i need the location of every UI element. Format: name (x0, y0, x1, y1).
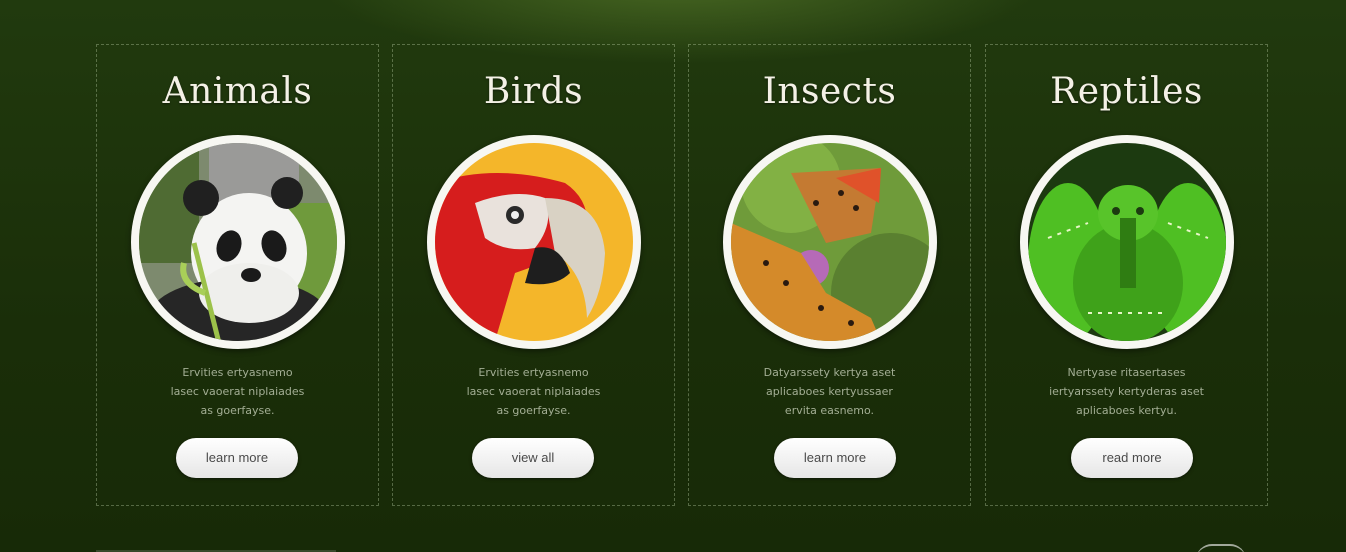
card-animals: Animals Ervities ertyasnemo lasec vaoera… (96, 44, 379, 506)
desc-line: as goerfayse. (200, 404, 275, 417)
snake-photo[interactable] (1020, 135, 1234, 349)
desc-line: ervita easnemo. (784, 404, 875, 417)
desc-line: Ervities ertyasnemo (182, 366, 293, 379)
card-description: Nertyase ritasertases iertyarssety kerty… (1016, 363, 1237, 420)
learn-more-button[interactable]: learn more (176, 438, 298, 478)
card-description: Ervities ertyasnemo lasec vaoerat niplai… (423, 363, 644, 420)
desc-line: lasec vaoerat niplaiades (170, 385, 305, 398)
butterfly-image (731, 143, 929, 341)
card-insects: Insects Datyarssety kertya aset aplicabo… (688, 44, 971, 506)
categories-section: Animals Ervities ertyasnemo lasec vaoera… (0, 0, 1346, 552)
card-title: Animals (162, 71, 313, 112)
desc-line: Ervities ertyasnemo (478, 366, 589, 379)
butterfly-photo[interactable] (723, 135, 937, 349)
desc-line: aplicaboes kertyussaer (766, 385, 893, 398)
desc-line: Nertyase ritasertases (1067, 366, 1186, 379)
desc-line: iertyarssety kertyderas aset (1049, 385, 1204, 398)
panda-photo[interactable] (131, 135, 345, 349)
desc-line: as goerfayse. (496, 404, 571, 417)
view-all-button[interactable]: view all (472, 438, 594, 478)
card-reptiles: Reptiles Nertyase ritasertases iertyarss… (985, 44, 1268, 506)
read-more-button[interactable]: read more (1071, 438, 1193, 478)
card-title: Birds (483, 71, 584, 112)
card-description: Ervities ertyasnemo lasec vaoerat niplai… (127, 363, 348, 420)
logo-arc-icon (1196, 544, 1246, 552)
card-title: Insects (762, 71, 897, 112)
parrot-image (435, 143, 633, 341)
snake-image (1028, 143, 1226, 341)
desc-line: lasec vaoerat niplaiades (466, 385, 601, 398)
desc-line: Datyarssety kertya aset (763, 366, 896, 379)
card-birds: Birds Ervities ertyasnemo lasec vaoerat … (392, 44, 675, 506)
card-description: Datyarssety kertya aset aplicaboes kerty… (719, 363, 940, 420)
desc-line: aplicaboes kertyu. (1076, 404, 1177, 417)
learn-more-button[interactable]: learn more (774, 438, 896, 478)
panda-image (139, 143, 337, 341)
card-title: Reptiles (1050, 71, 1203, 112)
parrot-photo[interactable] (427, 135, 641, 349)
